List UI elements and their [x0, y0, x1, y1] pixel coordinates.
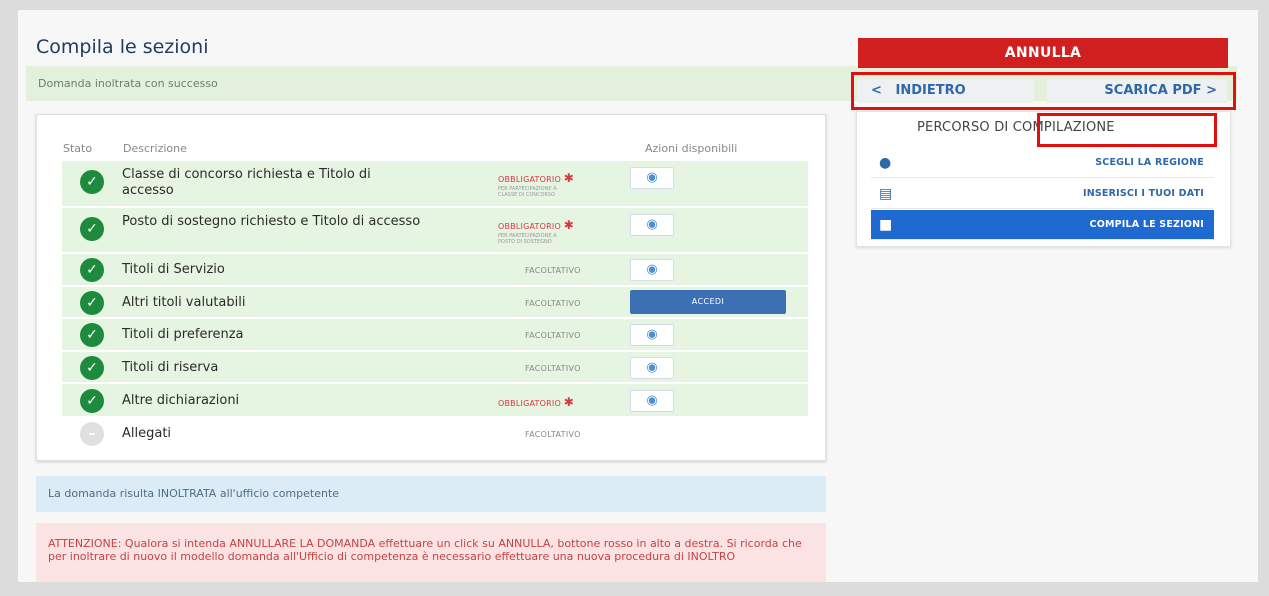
- row-description: Titoli di Servizio: [122, 262, 225, 277]
- view-button[interactable]: ◉: [630, 390, 674, 412]
- page: Compila le sezioni Domanda inoltrata con…: [18, 10, 1258, 582]
- table-row: ✓ Titoli di riserva FACOLTATIVO ◉: [62, 352, 808, 383]
- table-row: ✓ Altri titoli valutabili FACOLTATIVO AC…: [62, 287, 808, 318]
- scarica-pdf-button[interactable]: SCARICA PDF >: [1047, 79, 1227, 103]
- view-button[interactable]: ◉: [630, 214, 674, 236]
- row-description: Altri titoli valutabili: [122, 295, 246, 310]
- eye-icon: ◉: [646, 217, 658, 232]
- header-stato: Stato: [63, 142, 93, 155]
- requirement-label: FACOLTATIVO: [525, 430, 581, 439]
- requirement-label: FACOLTATIVO: [525, 364, 581, 373]
- annulla-button[interactable]: ANNULLA: [858, 38, 1228, 68]
- header-descrizione: Descrizione: [123, 142, 187, 155]
- requirement-label: FACOLTATIVO: [525, 331, 581, 340]
- requirement-badge: OBBLIGATORIO ✱: [498, 395, 608, 409]
- requirement-label: OBBLIGATORIO: [498, 399, 561, 408]
- indietro-button[interactable]: < INDIETRO: [857, 79, 1034, 103]
- check-icon: ✓: [80, 258, 104, 282]
- nav-highlight: < INDIETRO SCARICA PDF >: [851, 72, 1236, 110]
- map-pin-icon: ●: [879, 155, 892, 171]
- requirement-label: OBBLIGATORIO: [498, 222, 561, 231]
- step-label: COMPILA LE SEZIONI: [1089, 219, 1204, 230]
- table-row: ✓ Altre dichiarazioni OBBLIGATORIO ✱ ◉: [62, 384, 808, 417]
- requirement-badge: OBBLIGATORIO ✱ PER PARTECIPAZIONE A POST…: [498, 218, 608, 245]
- row-description: Posto di sostegno richiesto e Titolo di …: [122, 214, 421, 229]
- eye-icon: ◉: [646, 393, 658, 408]
- table-row: ✓ Titoli di Servizio FACOLTATIVO ◉: [62, 254, 808, 286]
- percorso-highlight: [1037, 113, 1217, 147]
- step-scegli-regione[interactable]: ● SCEGLI LA REGIONE: [871, 148, 1214, 178]
- eye-icon: ◉: [646, 262, 658, 277]
- pending-icon: –: [80, 422, 104, 446]
- check-icon: ✓: [80, 170, 104, 194]
- row-description: Altre dichiarazioni: [122, 393, 240, 408]
- required-star-icon: ✱: [563, 171, 574, 185]
- id-card-icon: ▤: [879, 186, 893, 202]
- requirement-label: FACOLTATIVO: [525, 299, 581, 308]
- check-icon: ✓: [80, 356, 104, 380]
- briefcase-icon: ■: [879, 217, 893, 233]
- view-button[interactable]: ◉: [630, 259, 674, 281]
- table-row: ✓ Posto di sostegno richiesto e Titolo d…: [62, 208, 808, 253]
- chevron-left-icon: <: [871, 83, 882, 98]
- requirement-label: OBBLIGATORIO: [498, 175, 561, 184]
- percorso-card: PERCORSO DI COMPILAZIONE ● SCEGLI LA REG…: [856, 111, 1231, 247]
- check-icon: ✓: [80, 291, 104, 315]
- page-title: Compila le sezioni: [36, 36, 209, 58]
- row-description: Allegati: [122, 426, 172, 441]
- indietro-label: INDIETRO: [895, 83, 966, 98]
- row-description: Titoli di riserva: [122, 360, 219, 375]
- header-azioni: Azioni disponibili: [645, 142, 738, 155]
- check-icon: ✓: [80, 323, 104, 347]
- step-label: INSERISCI I TUOI DATI: [1083, 188, 1204, 199]
- requirement-note: PER PARTECIPAZIONE A CLASSE DI CONCORSO: [498, 186, 557, 198]
- table-row: – Allegati FACOLTATIVO: [62, 418, 808, 449]
- scarica-pdf-label: SCARICA PDF: [1104, 83, 1202, 98]
- requirement-note: PER PARTECIPAZIONE A POSTO DI SOSTEGNO: [498, 233, 557, 245]
- step-label: SCEGLI LA REGIONE: [1095, 157, 1204, 168]
- eye-icon: ◉: [646, 360, 658, 375]
- accedi-button[interactable]: ACCEDI: [630, 290, 786, 314]
- info-banner: La domanda risulta INOLTRATA all'ufficio…: [36, 476, 826, 512]
- eye-icon: ◉: [646, 170, 658, 185]
- warning-banner: ATTENZIONE: Qualora si intenda ANNULLARE…: [36, 523, 826, 582]
- sections-card: Stato Descrizione Azioni disponibili ✓ C…: [36, 114, 826, 461]
- view-button[interactable]: ◉: [630, 167, 674, 189]
- view-button[interactable]: ◉: [630, 357, 674, 379]
- eye-icon: ◉: [646, 327, 658, 342]
- step-compila-sezioni[interactable]: ■ COMPILA LE SEZIONI: [871, 210, 1214, 240]
- requirement-badge: OBBLIGATORIO ✱ PER PARTECIPAZIONE A CLAS…: [498, 171, 608, 198]
- check-icon: ✓: [80, 389, 104, 413]
- chevron-right-icon: >: [1206, 83, 1217, 98]
- requirement-label: FACOLTATIVO: [525, 266, 581, 275]
- step-inserisci-dati[interactable]: ▤ INSERISCI I TUOI DATI: [871, 179, 1214, 209]
- table-row: ✓ Titoli di preferenza FACOLTATIVO ◉: [62, 319, 808, 351]
- row-description: Classe di concorso richiesta e Titolo di…: [122, 167, 371, 198]
- required-star-icon: ✱: [563, 218, 574, 232]
- required-star-icon: ✱: [563, 395, 574, 409]
- check-icon: ✓: [80, 217, 104, 241]
- view-button[interactable]: ◉: [630, 324, 674, 346]
- table-row: ✓ Classe di concorso richiesta e Titolo …: [62, 161, 808, 207]
- row-description: Titoli di preferenza: [122, 327, 244, 342]
